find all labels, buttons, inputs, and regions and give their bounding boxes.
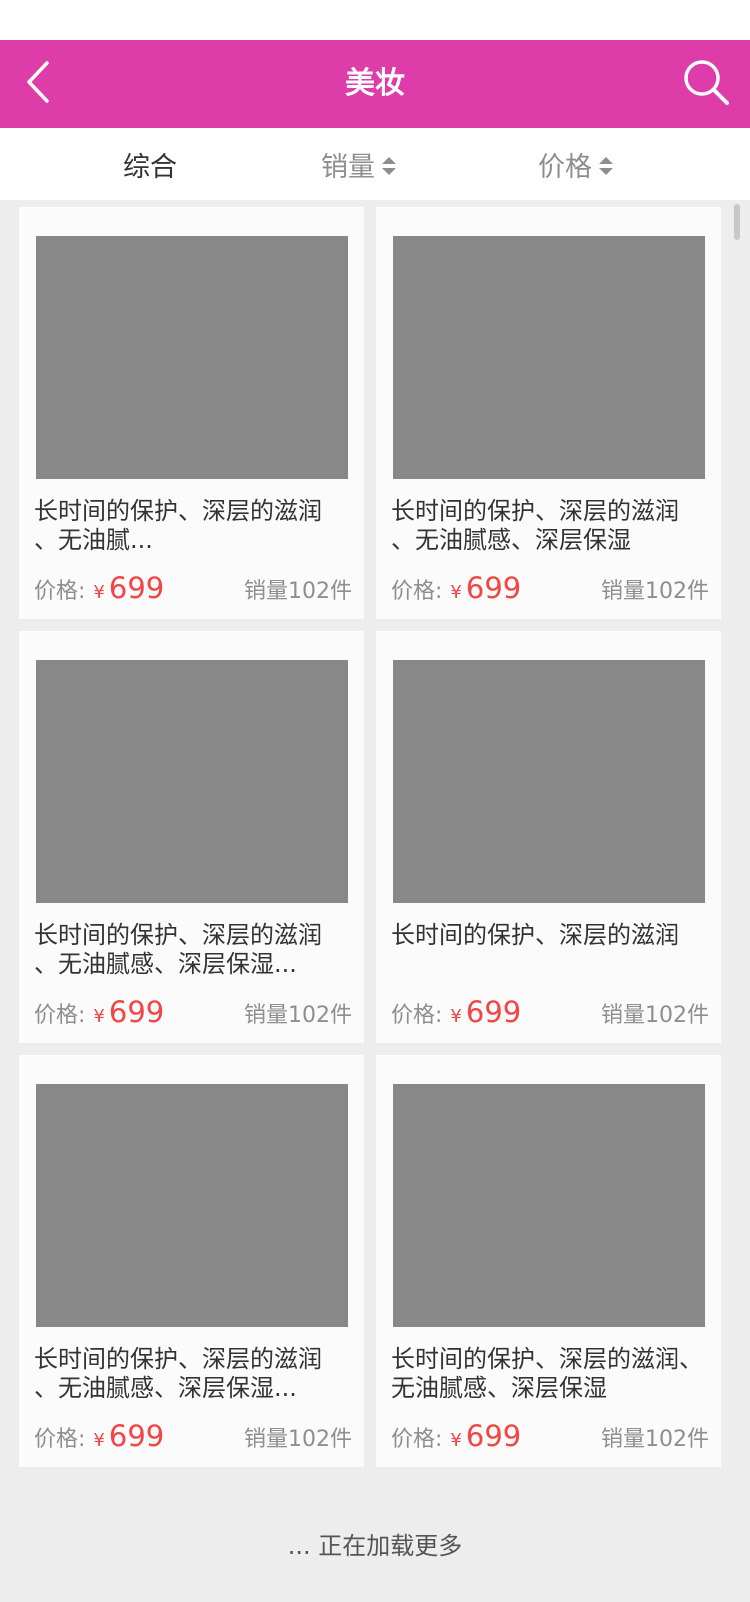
price-label: 价格: — [34, 579, 86, 604]
price-label: 价格: — [391, 579, 443, 604]
product-title: 长时间的保护、深层的滋润、 无油腻感、深层保湿 — [391, 1345, 703, 1402]
product-image — [36, 236, 348, 479]
product-card[interactable]: 长时间的保护、深层的滋润 、无油腻感、深层保湿... 价格: ¥ 699 销量1… — [19, 1055, 364, 1467]
sort-tab-comprehensive[interactable]: 综合 — [123, 128, 177, 200]
price-value: 699 — [465, 1419, 522, 1453]
product-card[interactable]: 长时间的保护、深层的滋润 、无油腻感、深层保湿... 价格: ¥ 699 销量1… — [19, 631, 364, 1043]
price-value: 699 — [108, 571, 165, 605]
sales-count: 销量102件 — [244, 1003, 352, 1028]
product-card[interactable]: 长时间的保护、深层的滋润 、无油腻... 价格: ¥ 699 销量102件 — [19, 207, 364, 619]
product-image — [393, 1084, 705, 1327]
product-image — [393, 660, 705, 903]
product-title: 长时间的保护、深层的滋润 、无油腻感、深层保湿... — [34, 1345, 322, 1402]
price-row: 价格: ¥ 699 — [391, 1419, 521, 1453]
sort-tab-label: 销量 — [321, 151, 375, 183]
search-button[interactable] — [676, 54, 736, 114]
price-label: 价格: — [34, 1003, 86, 1028]
sort-tab-label: 综合 — [123, 151, 177, 183]
price-label: 价格: — [391, 1003, 443, 1028]
status-bar — [0, 0, 750, 40]
product-image — [393, 236, 705, 479]
product-image — [36, 660, 348, 903]
currency-symbol: ¥ — [93, 582, 105, 603]
sales-count: 销量102件 — [244, 1427, 352, 1452]
currency-symbol: ¥ — [93, 1006, 105, 1027]
search-icon — [681, 57, 731, 111]
sales-count: 销量102件 — [601, 579, 709, 604]
price-value: 699 — [465, 571, 522, 605]
price-label: 价格: — [34, 1427, 86, 1452]
product-title: 长时间的保护、深层的滋润 、无油腻感、深层保湿 — [391, 497, 679, 554]
sales-count: 销量102件 — [244, 579, 352, 604]
currency-symbol: ¥ — [450, 582, 462, 603]
product-image — [36, 1084, 348, 1327]
currency-symbol: ¥ — [93, 1430, 105, 1451]
sort-tab-sales[interactable]: 销量 — [321, 128, 397, 200]
price-row: 价格: ¥ 699 — [34, 571, 164, 605]
price-row: 价格: ¥ 699 — [391, 995, 521, 1029]
price-row: 价格: ¥ 699 — [391, 571, 521, 605]
sales-count: 销量102件 — [601, 1003, 709, 1028]
price-row: 价格: ¥ 699 — [34, 1419, 164, 1453]
sales-count: 销量102件 — [601, 1427, 709, 1452]
price-label: 价格: — [391, 1427, 443, 1452]
price-value: 699 — [465, 995, 522, 1029]
sort-tab-label: 价格 — [538, 151, 592, 183]
currency-symbol: ¥ — [450, 1006, 462, 1027]
page-title: 美妆 — [345, 66, 405, 101]
sort-arrows-icon — [598, 153, 614, 175]
product-card[interactable]: 长时间的保护、深层的滋润 、无油腻感、深层保湿 价格: ¥ 699 销量102件 — [376, 207, 721, 619]
scrollbar[interactable] — [734, 204, 740, 240]
product-title: 长时间的保护、深层的滋润 、无油腻... — [34, 497, 322, 554]
sort-tab-price[interactable]: 价格 — [538, 128, 614, 200]
price-value: 699 — [108, 995, 165, 1029]
product-title: 长时间的保护、深层的滋润 、无油腻感、深层保湿... — [34, 921, 322, 978]
sort-bar: 综合 销量 价格 — [0, 128, 750, 200]
currency-symbol: ¥ — [450, 1430, 462, 1451]
price-row: 价格: ¥ 699 — [34, 995, 164, 1029]
header-bar: 美妆 — [0, 40, 750, 128]
sort-arrows-icon — [381, 153, 397, 175]
price-value: 699 — [108, 1419, 165, 1453]
product-title: 长时间的保护、深层的滋润 — [391, 921, 679, 949]
loading-more-text: ... 正在加载更多 — [287, 1532, 463, 1560]
product-card[interactable]: 长时间的保护、深层的滋润、 无油腻感、深层保湿 价格: ¥ 699 销量102件 — [376, 1055, 721, 1467]
product-card[interactable]: 长时间的保护、深层的滋润 价格: ¥ 699 销量102件 — [376, 631, 721, 1043]
